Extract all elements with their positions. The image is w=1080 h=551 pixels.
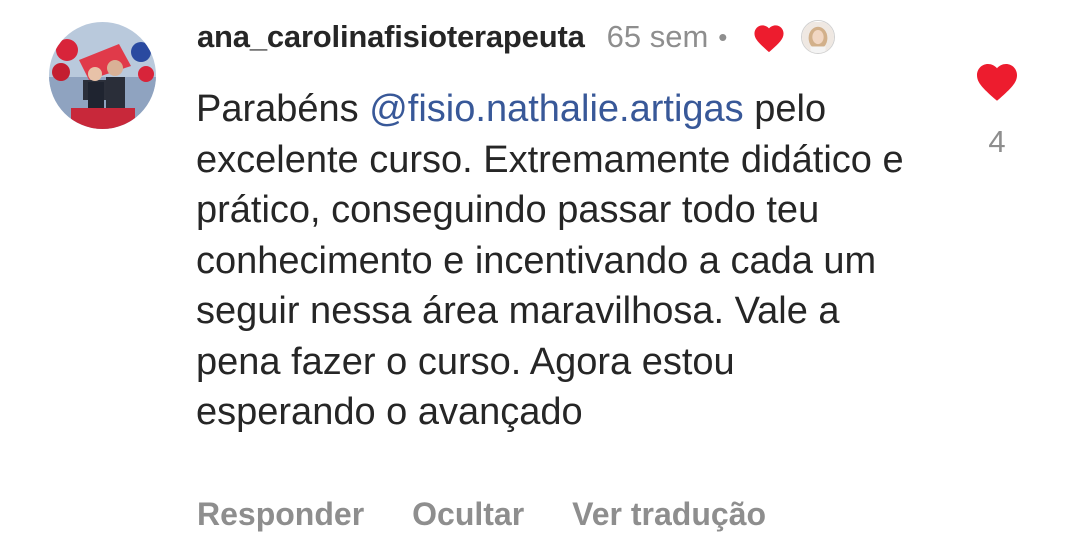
comment-header: ana_carolinafisioterapeuta 65 sem • [197,15,836,59]
like-column: 4 [970,58,1024,160]
hide-button[interactable]: Ocultar [412,496,524,533]
commenter-avatar[interactable] [49,22,156,129]
avatar-photo [49,22,156,129]
like-button[interactable] [973,58,1021,102]
separator-dot: • [718,21,728,52]
username-link[interactable]: ana_carolinafisioterapeuta [197,19,585,55]
comment-text-start: Parabéns [196,88,370,130]
comment-text: Parabéns @fisio.nathalie.artigas pelo ex… [196,84,916,438]
comment-actions: Responder Ocultar Ver tradução [197,496,814,533]
mention-link[interactable]: @fisio.nathalie.artigas [369,88,743,130]
comment-timestamp: 65 sem [606,19,709,54]
liked-by-author-heart-icon [751,21,787,53]
like-count: 4 [988,124,1006,159]
reply-button[interactable]: Responder [197,496,364,533]
heart-icon [977,64,1017,101]
comment-text-rest: pelo excelente curso. Extremamente didát… [196,88,904,433]
translate-button[interactable]: Ver tradução [572,496,766,533]
post-author-avatar [801,20,836,54]
